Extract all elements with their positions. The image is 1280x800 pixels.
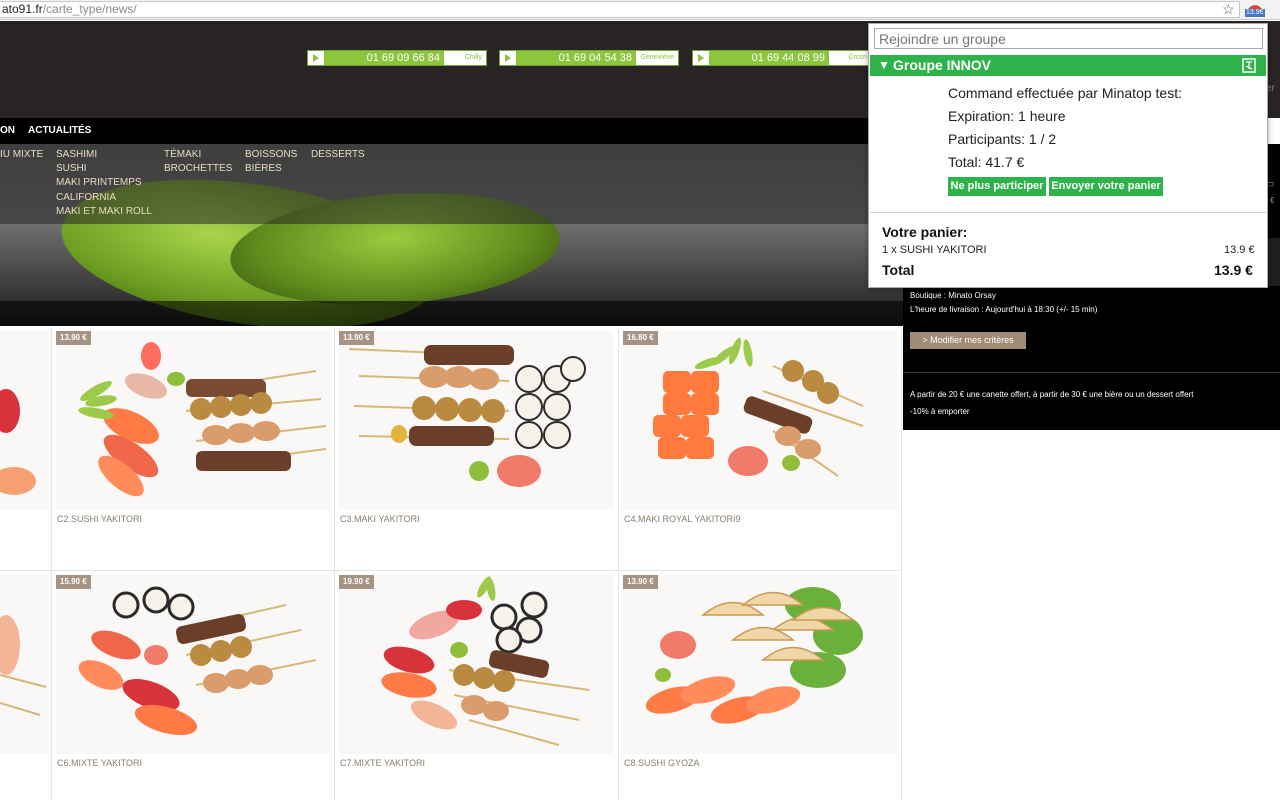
grid-divider (901, 327, 902, 800)
play-icon (693, 51, 709, 65)
group-header[interactable]: ▼ Groupe INNOV (870, 55, 1266, 76)
participants-text: Participants: 1 / 2 (948, 131, 1057, 147)
product-image[interactable] (623, 575, 897, 754)
product-image[interactable] (339, 331, 613, 510)
price-tag: 13.90 € (339, 331, 374, 345)
product-image[interactable] (56, 575, 330, 754)
hero-bottom-shade (0, 301, 903, 326)
nav-item-actualites[interactable]: ACTUALITÉS (28, 125, 91, 136)
main-nav: ON ACTUALITÉS (0, 118, 903, 144)
phone-number: 01 69 09 66 84 (366, 52, 440, 64)
leave-group-button[interactable]: Ne plus participer (948, 177, 1046, 196)
product-image[interactable] (339, 575, 613, 754)
browser-toolbar: ato91.fr/carte_type/news/ ☆ 13.9€ (0, 0, 1280, 20)
product-name[interactable]: C8.SUSHI GYOZA (624, 758, 700, 768)
product-name[interactable]: C7.MIXTE YAKITORI (340, 758, 425, 768)
hero-banner (0, 144, 903, 326)
takeaway-text: -10% à emporter (910, 407, 970, 416)
price-tag: 15.90 € (56, 575, 91, 589)
product-name[interactable]: C6.MIXTE YAKITORI (57, 758, 142, 768)
product-image-partial[interactable] (0, 575, 48, 754)
menu-link-california[interactable]: CALIFORNIA (56, 192, 116, 203)
phone-genevieve[interactable]: 01 69 04 54 38 Geneviève (499, 50, 679, 66)
menu-link-maki-printemps[interactable]: MAKI PRINTEMPS (56, 177, 142, 188)
cart-item: 1 x SUSHI YAKITORI (882, 244, 987, 256)
grid-divider (51, 327, 52, 800)
group-order-popup: ▼ Groupe INNOV Command effectuée par Min… (868, 23, 1268, 288)
url-host: ato91.fr (2, 2, 43, 16)
product-image-partial[interactable] (0, 331, 48, 510)
price-tag: 13.90 € (623, 575, 658, 589)
join-group-input[interactable] (874, 28, 1263, 49)
collapse-triangle-icon[interactable]: ▼ (878, 58, 890, 72)
phone-city: Crosn (829, 51, 871, 65)
sidebar-divider (903, 372, 1280, 373)
nav-item-information[interactable]: ON (0, 125, 15, 136)
product-name[interactable]: C2.SUSHI YAKITORI (57, 514, 142, 524)
popup-divider (870, 212, 1266, 213)
url-path: /carte_type/news/ (42, 2, 137, 16)
menu-link-sashimi[interactable]: SASHIMI (56, 149, 97, 160)
cart-total-label: Total (882, 262, 915, 278)
order-by-text: Command effectuée par Minatop test: (948, 85, 1182, 101)
menu-link-maki-et-maki-roll[interactable]: MAKI ET MAKI ROLL (56, 206, 152, 217)
phone-city: Chilly (444, 51, 486, 65)
price-tag: 19.90 € (339, 575, 374, 589)
menu-link-boissons[interactable]: BOISSONS (245, 149, 297, 160)
bookmark-star-icon[interactable]: ☆ (1222, 1, 1235, 17)
menu-link-sushi[interactable]: SUSHI (56, 163, 87, 174)
phone-city: Geneviève (636, 51, 678, 65)
menu-link-bieres[interactable]: BIÈRES (245, 163, 282, 174)
menu-link-brochettes[interactable]: BROCHETTES (164, 163, 232, 174)
offer-text: A partir de 20 € une canette offert, à p… (910, 390, 1194, 399)
grid-divider (618, 327, 619, 800)
phone-number: 01 69 04 54 38 (558, 52, 632, 64)
expiration-text: Expiration: 1 heure (948, 108, 1066, 124)
phone-chilly[interactable]: 01 69 09 66 84 Chilly (307, 50, 487, 66)
play-icon (500, 51, 516, 65)
product-image[interactable] (56, 331, 330, 510)
cart-total-value: 13.9 € (1214, 262, 1253, 278)
menu-link-menu-mixte[interactable]: IU MIXTE (0, 149, 43, 160)
product-image[interactable] (623, 331, 897, 510)
group-total-text: Total: 41.7 € (948, 154, 1025, 170)
group-name: Groupe INNOV (893, 57, 992, 73)
modify-criteria-button[interactable]: > Modifier mes critères (910, 332, 1026, 349)
extension-badge: 13.9€ (1245, 9, 1265, 17)
grid-divider (0, 570, 902, 571)
delivery-time: L'heure de livraison : Aujourd'hui à 18:… (910, 305, 1098, 314)
play-icon (308, 51, 324, 65)
menu-link-temaki[interactable]: TÉMAKI (164, 149, 201, 160)
group-logo-icon (1242, 58, 1256, 73)
menu-link-desserts[interactable]: DESSERTS (311, 149, 365, 160)
address-bar[interactable]: ato91.fr/carte_type/news/ (0, 1, 1240, 18)
price-tag: 16.80 € (623, 331, 658, 345)
cart-item-price: 13.9 € (1224, 244, 1255, 256)
send-cart-button[interactable]: Envoyer votre panier (1049, 177, 1163, 196)
product-name[interactable]: C4.MAKI ROYAL YAKITORI9 (624, 514, 741, 524)
price-tag: 13.90 € (56, 331, 91, 345)
product-name[interactable]: C3.MAKI YAKITORI (340, 514, 420, 524)
grid-divider (334, 327, 335, 800)
shop-info: Boutique : Minato Orsay (910, 291, 996, 300)
cart-title: Votre panier: (882, 224, 968, 240)
phone-crosne[interactable]: 01 69 44 08 99 Crosn (692, 50, 872, 66)
sidebar-cut-text: € (1270, 196, 1275, 205)
phone-number: 01 69 44 08 99 (751, 52, 825, 64)
